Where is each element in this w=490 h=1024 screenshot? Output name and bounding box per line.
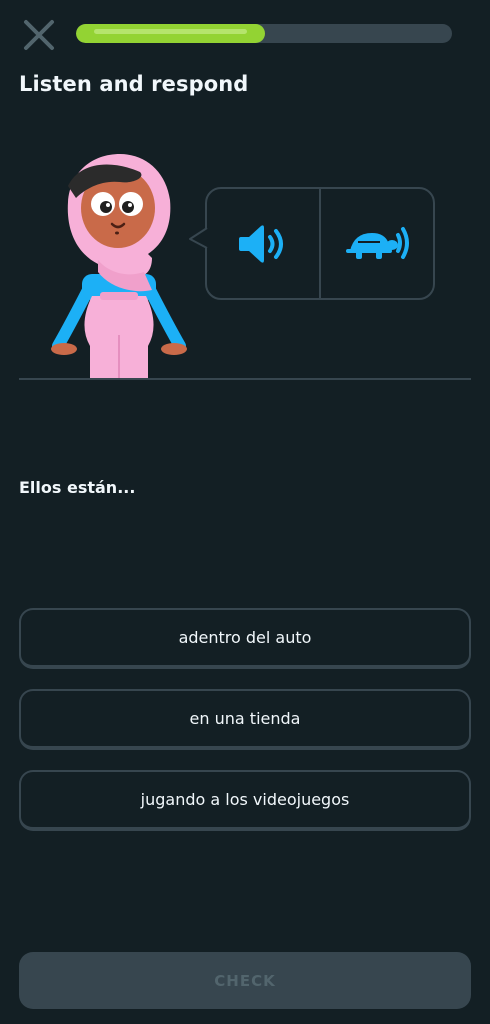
check-button-label: CHECK: [214, 971, 276, 990]
answer-option[interactable]: jugando a los videojuegos: [19, 770, 471, 831]
page-title: Listen and respond: [19, 72, 249, 96]
answer-option[interactable]: en una tienda: [19, 689, 471, 750]
play-slow-audio-button[interactable]: [321, 189, 433, 298]
answer-option[interactable]: adentro del auto: [19, 608, 471, 669]
progress-bar: [76, 24, 452, 43]
divider-line: [19, 378, 471, 380]
speech-bubble-tail: [189, 227, 208, 249]
progress-bar-shine: [94, 29, 248, 34]
prompt-text: Ellos están...: [19, 478, 136, 497]
progress-bar-fill: [76, 24, 266, 43]
play-audio-button[interactable]: [207, 189, 319, 298]
turtle-speaker-icon: [346, 226, 409, 259]
answer-option-label: adentro del auto: [178, 628, 312, 647]
check-button[interactable]: CHECK: [19, 952, 471, 1009]
close-icon: [24, 20, 54, 50]
close-button[interactable]: [20, 16, 58, 54]
speaker-icon: [239, 224, 283, 263]
answer-option-label: jugando a los videojuegos: [140, 790, 350, 809]
answer-option-label: en una tienda: [189, 709, 301, 728]
character-illustration: [51, 154, 187, 380]
